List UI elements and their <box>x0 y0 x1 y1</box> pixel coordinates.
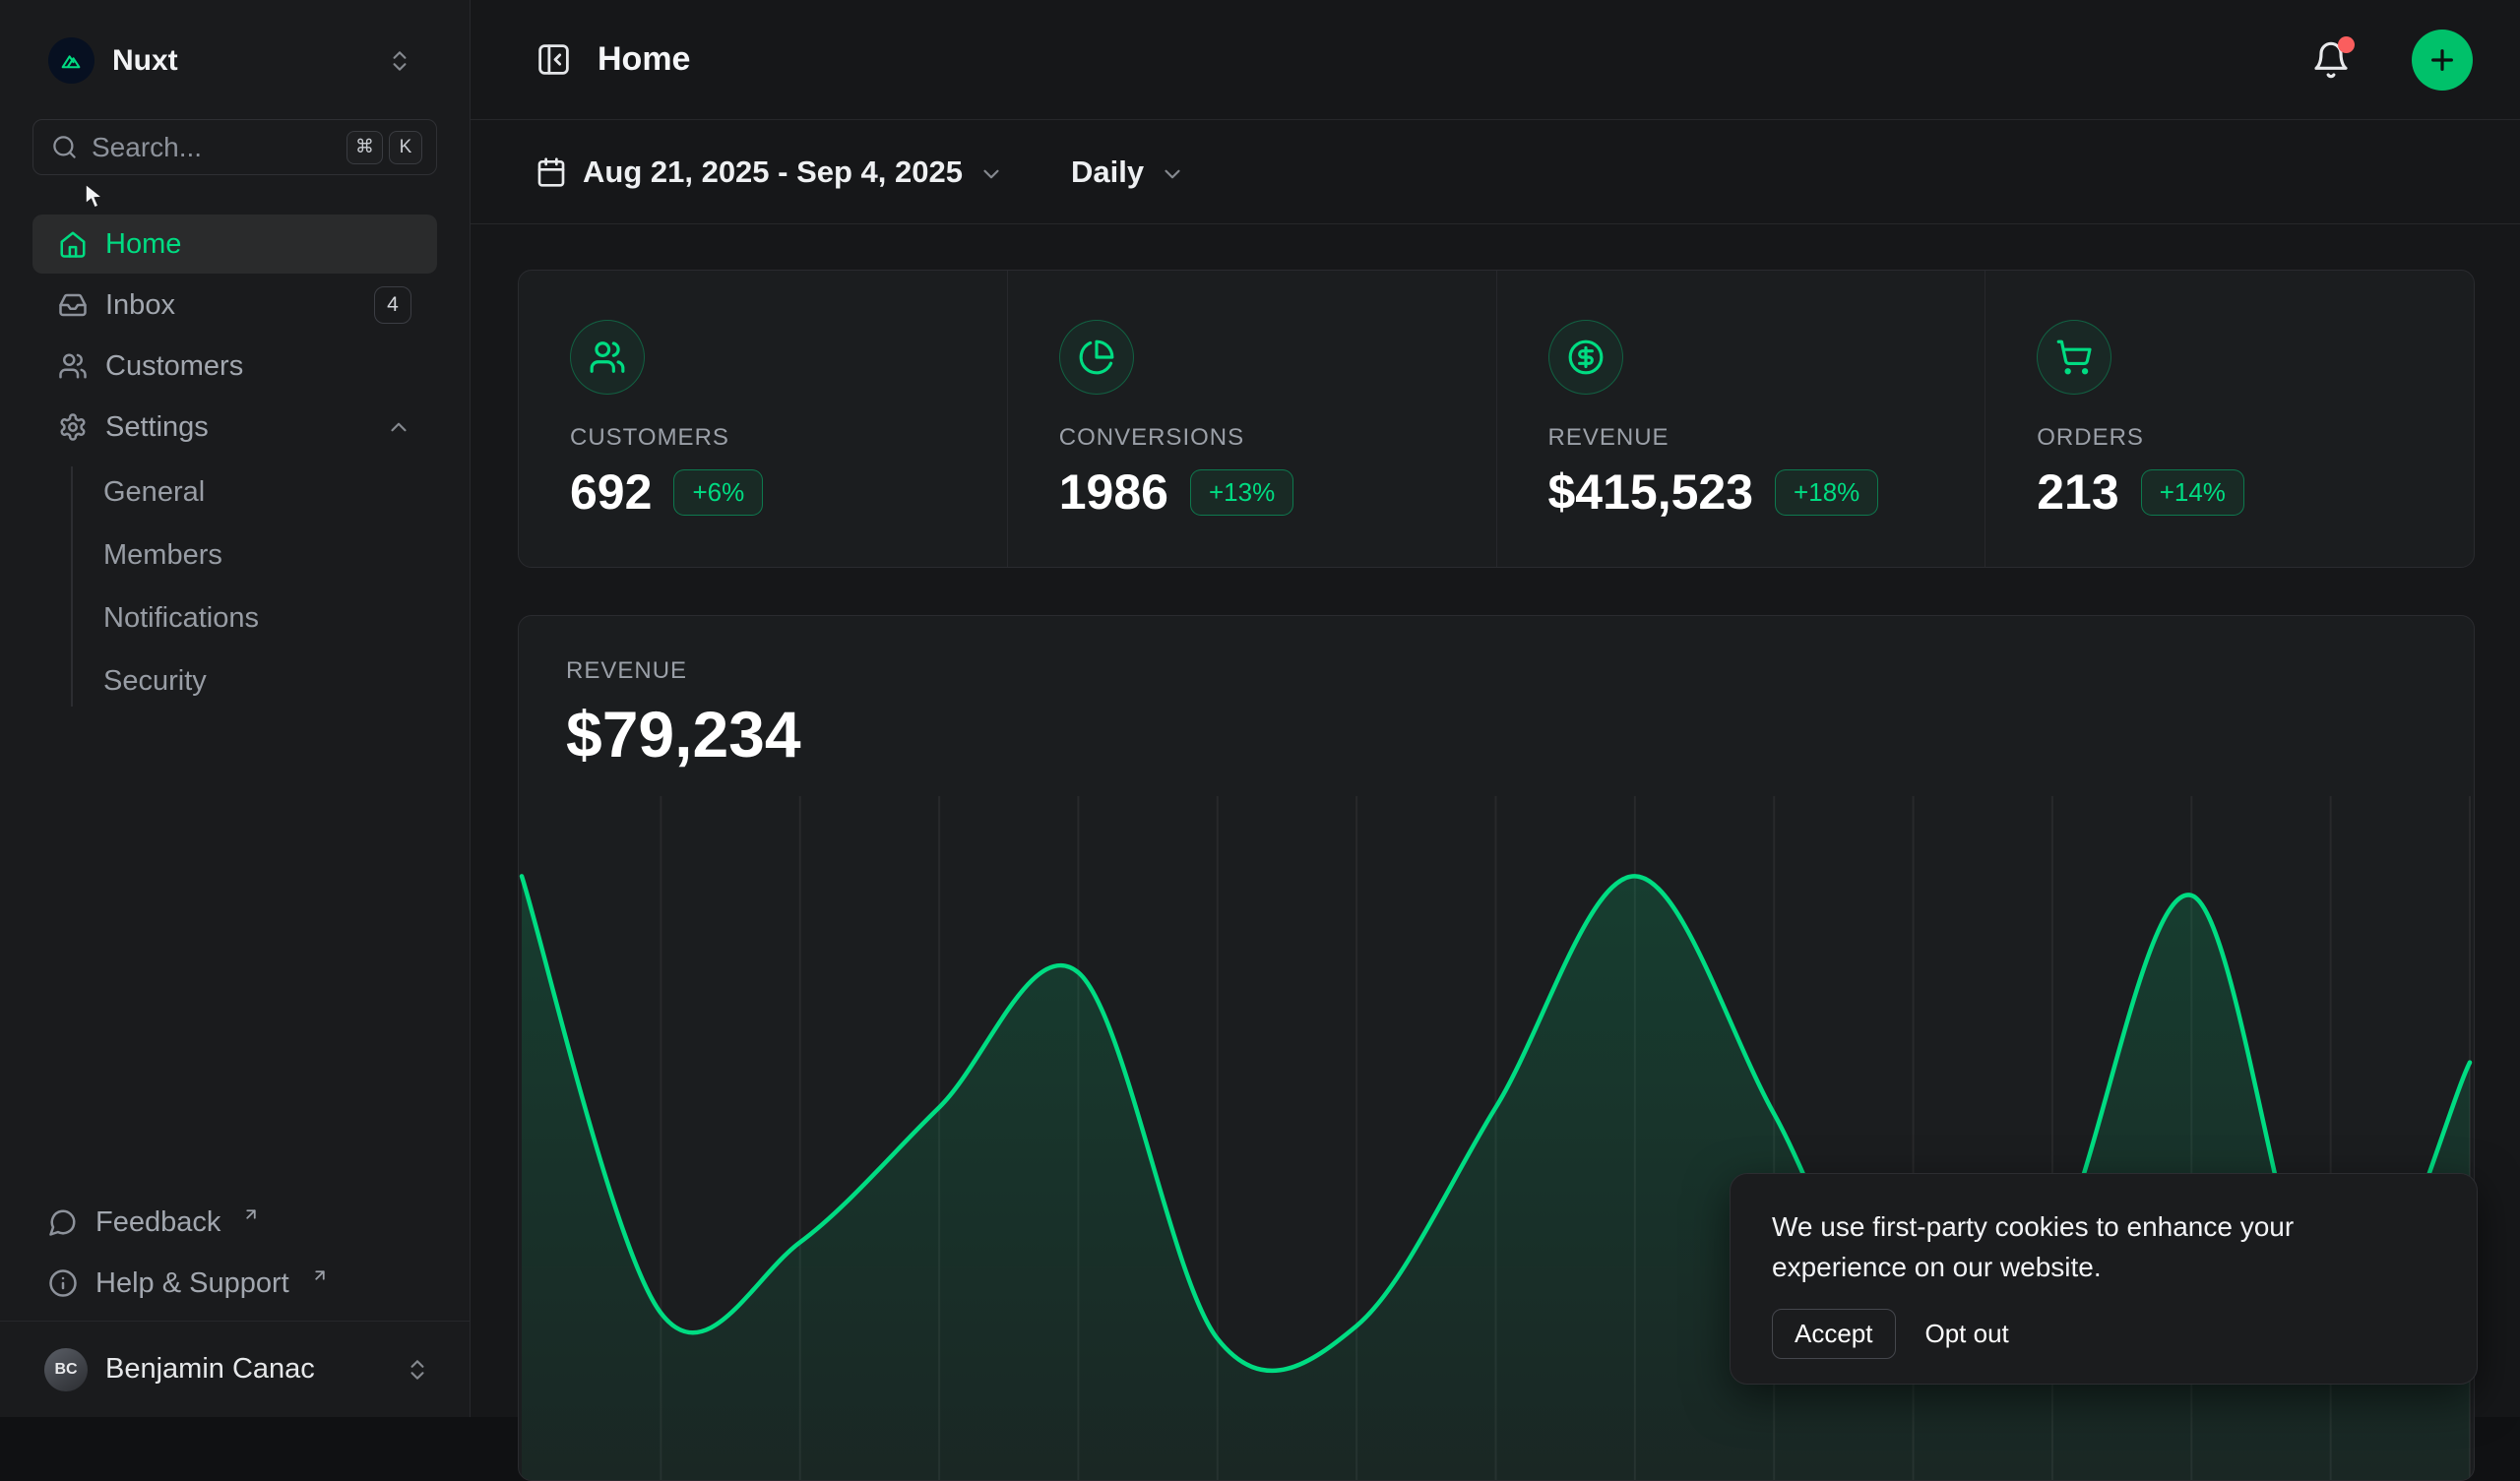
stat-label: ORDERS <box>2037 424 2423 452</box>
circle-dollar-icon <box>1548 320 1623 395</box>
users-icon <box>58 351 88 381</box>
sidebar-item-inbox[interactable]: Inbox 4 <box>32 276 437 335</box>
external-link-icon <box>242 1205 260 1223</box>
kbd-cmd: ⌘ <box>346 131 383 164</box>
sidebar-item-label: Settings <box>105 411 209 444</box>
stat-value: 213 <box>2037 463 2118 521</box>
sidebar-item-label: Feedback <box>95 1206 220 1239</box>
kbd-k: K <box>389 131 422 164</box>
stat-label: CUSTOMERS <box>570 424 956 452</box>
home-icon <box>58 229 88 259</box>
avatar: BC <box>44 1348 88 1391</box>
sidebar-footer: Feedback Help & Support <box>0 1191 470 1321</box>
pie-chart-icon <box>1059 320 1134 395</box>
granularity-select[interactable]: Daily <box>1071 154 1185 190</box>
search-shortcut: ⌘ K <box>346 131 422 164</box>
user-menu[interactable]: BC Benjamin Canac <box>0 1321 470 1417</box>
sidebar-item-feedback[interactable]: Feedback <box>32 1193 437 1252</box>
stat-delta-badge: +6% <box>673 469 763 516</box>
sidebar-item-home[interactable]: Home <box>32 215 437 274</box>
stat-delta-badge: +18% <box>1775 469 1878 516</box>
sidebar-nav: Home Inbox 4 Customers <box>0 213 470 1191</box>
sidebar-item-settings[interactable]: Settings <box>32 398 437 457</box>
sidebar-item-security[interactable]: Security <box>32 649 437 712</box>
stat-delta-badge: +13% <box>1190 469 1293 516</box>
revenue-panel-label: REVENUE <box>566 657 2426 685</box>
sidebar-item-label: Inbox <box>105 289 175 322</box>
stat-delta-badge: +14% <box>2141 469 2244 516</box>
sidebar-item-customers[interactable]: Customers <box>32 337 437 396</box>
date-range-picker[interactable]: Aug 21, 2025 - Sep 4, 2025 <box>536 154 1004 190</box>
shopping-cart-icon <box>2037 320 2111 395</box>
cookie-message: We use first-party cookies to enhance yo… <box>1772 1207 2407 1287</box>
chevrons-up-down-icon <box>405 1357 430 1383</box>
calendar-icon <box>536 156 567 188</box>
page-title: Home <box>598 40 2286 79</box>
plus-icon <box>2426 44 2458 76</box>
notification-dot <box>2338 36 2355 53</box>
search-placeholder: Search... <box>92 132 333 163</box>
stat-revenue[interactable]: REVENUE $415,523 +18% <box>1496 271 1985 567</box>
stat-conversions[interactable]: CONVERSIONS 1986 +13% <box>1007 271 1496 567</box>
stat-label: REVENUE <box>1548 424 1934 452</box>
settings-subnav: General Members Notifications Security <box>32 461 437 712</box>
collapse-sidebar-icon[interactable] <box>536 41 572 78</box>
filters-toolbar: Aug 21, 2025 - Sep 4, 2025 Daily <box>471 120 2520 224</box>
stat-value: 1986 <box>1059 463 1168 521</box>
sidebar-item-general[interactable]: General <box>32 461 437 524</box>
inbox-count-badge: 4 <box>374 286 411 324</box>
workspace-switcher[interactable]: Nuxt <box>0 0 470 111</box>
inbox-icon <box>58 290 88 320</box>
chevron-down-icon <box>1160 161 1185 187</box>
sidebar-item-notifications[interactable]: Notifications <box>32 586 437 649</box>
sidebar-item-label: Home <box>105 228 181 261</box>
info-circle-icon <box>48 1268 78 1298</box>
user-name: Benjamin Canac <box>105 1353 387 1386</box>
chevron-up-icon <box>386 414 411 440</box>
search-icon <box>51 134 78 160</box>
granularity-value: Daily <box>1071 154 1144 190</box>
brand-name: Nuxt <box>112 44 369 78</box>
stat-value: 692 <box>570 463 652 521</box>
gear-icon <box>58 412 88 442</box>
search-input[interactable]: Search... ⌘ K <box>32 119 437 175</box>
sidebar-item-members[interactable]: Members <box>32 524 437 586</box>
cookie-banner: We use first-party cookies to enhance yo… <box>1730 1173 2478 1385</box>
external-link-icon <box>311 1266 329 1284</box>
stat-value: $415,523 <box>1548 463 1754 521</box>
nuxt-logo-icon <box>48 37 94 84</box>
add-button[interactable] <box>2412 30 2473 91</box>
date-range-value: Aug 21, 2025 - Sep 4, 2025 <box>583 154 963 190</box>
users-icon <box>570 320 645 395</box>
chat-bubble-icon <box>48 1207 78 1237</box>
stat-label: CONVERSIONS <box>1059 424 1445 452</box>
page-header: Home <box>471 0 2520 120</box>
optout-cookies-button[interactable]: Opt out <box>1925 1310 2009 1358</box>
stat-orders[interactable]: ORDERS 213 +14% <box>1984 271 2474 567</box>
chevron-down-icon <box>978 161 1004 187</box>
accept-cookies-button[interactable]: Accept <box>1772 1309 1896 1359</box>
revenue-panel-value: $79,234 <box>566 697 2426 771</box>
notifications-button[interactable] <box>2311 40 2351 80</box>
sidebar-item-label: Help & Support <box>95 1267 289 1300</box>
sidebar: Nuxt Search... ⌘ K Home <box>0 0 471 1417</box>
sidebar-item-help-support[interactable]: Help & Support <box>32 1254 437 1313</box>
stat-customers[interactable]: CUSTOMERS 692 +6% <box>519 271 1007 567</box>
sidebar-item-label: Customers <box>105 350 243 383</box>
chevrons-up-down-icon <box>387 48 412 74</box>
stats-panel: CUSTOMERS 692 +6% CONVERSIONS 1986 +13% <box>518 270 2475 568</box>
